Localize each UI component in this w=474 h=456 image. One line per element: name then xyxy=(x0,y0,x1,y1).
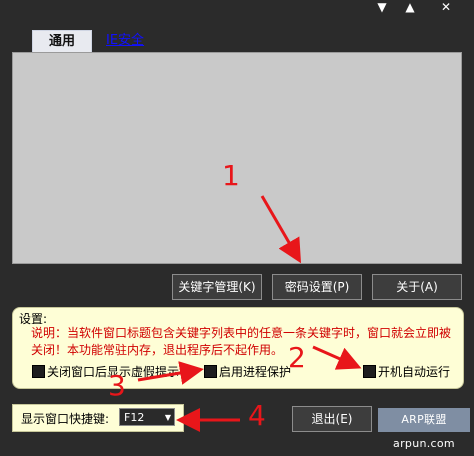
hotkey-label: 显示窗口快捷键: xyxy=(21,412,110,426)
option-process-protect[interactable]: 启用进程保护 xyxy=(204,364,291,380)
tab-ie-security[interactable]: IE安全 xyxy=(106,30,144,52)
annotation-number-3: 3 xyxy=(108,369,126,402)
exit-button[interactable]: 退出(E) xyxy=(292,406,372,432)
option-process-protect-label: 启用进程保护 xyxy=(219,365,292,379)
settings-description: 说明：当软件窗口标题包含关键字列表中的任意一条关键字时，窗口就会立即被关闭！本功… xyxy=(31,326,452,357)
password-settings-button[interactable]: 密码设置(P) xyxy=(272,274,362,300)
hotkey-value: F12 xyxy=(124,411,145,424)
about-button[interactable]: 关于(A) xyxy=(372,274,462,300)
checkbox-process-protect[interactable] xyxy=(204,365,217,378)
close-icon[interactable]: ✕ xyxy=(436,0,456,16)
minimize-icon[interactable]: ▼ xyxy=(372,0,392,16)
tab-general[interactable]: 通用 xyxy=(32,30,92,53)
watermark: ARP联盟 arpun.com xyxy=(378,408,470,450)
hotkey-group: 显示窗口快捷键: F12 ▼ xyxy=(12,404,184,432)
hotkey-select[interactable]: F12 ▼ xyxy=(119,408,175,426)
checkbox-fake-prompt[interactable] xyxy=(32,365,45,378)
annotation-number-4: 4 xyxy=(248,399,266,432)
keyword-manage-button[interactable]: 关键字管理(K) xyxy=(172,274,262,300)
keyword-list-panel[interactable] xyxy=(12,52,462,264)
annotation-number-2: 2 xyxy=(288,341,306,374)
option-autostart[interactable]: 开机自动运行 xyxy=(363,364,450,380)
chevron-down-icon[interactable]: ▼ xyxy=(165,409,171,427)
annotation-number-1: 1 xyxy=(222,159,240,192)
title-bar: ▼ ▲ ✕ xyxy=(0,0,474,18)
maximize-icon[interactable]: ▲ xyxy=(400,0,420,16)
option-fake-prompt[interactable]: 关闭窗口后显示虚假提示 xyxy=(32,364,179,380)
option-autostart-label: 开机自动运行 xyxy=(378,365,451,379)
checkbox-autostart[interactable] xyxy=(363,365,376,378)
